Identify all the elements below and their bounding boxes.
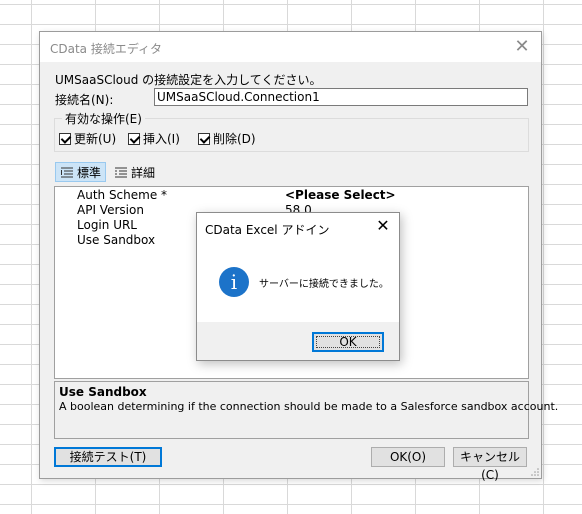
message-ok-button[interactable]: OK <box>312 332 384 352</box>
message-text: サーバーに接続できました。 <box>259 279 389 290</box>
checkbox-checked-icon[interactable] <box>59 132 71 145</box>
checkbox-checked-icon[interactable] <box>128 132 140 145</box>
dialog-titlebar[interactable]: CData 接続エディタ ✕ <box>40 32 541 62</box>
resize-grip-icon[interactable] <box>531 468 539 476</box>
property-value[interactable]: <Please Select> <box>285 188 396 203</box>
detail-list-icon <box>115 167 127 178</box>
close-icon[interactable]: ✕ <box>373 216 393 236</box>
ok-button[interactable]: OK(O) <box>371 447 445 467</box>
property-name: API Version <box>77 203 144 217</box>
connection-name-input[interactable]: UMSaaSCloud.Connection1 <box>154 88 528 106</box>
message-box: CData Excel アドイン ✕ i サーバーに接続できました。 OK <box>196 212 400 361</box>
checkbox-delete[interactable]: 削除(D) <box>198 130 256 147</box>
tab-detail-label: 詳細 <box>131 165 156 180</box>
info-icon: i <box>219 267 249 297</box>
test-connection-button[interactable]: 接続テスト(T) <box>54 447 162 467</box>
property-name: Login URL <box>77 218 137 232</box>
close-icon[interactable]: ✕ <box>511 36 533 58</box>
checkbox-update[interactable]: 更新(U) <box>59 130 116 147</box>
dialog-title: CData 接続エディタ <box>50 42 163 56</box>
checkbox-insert[interactable]: 挿入(I) <box>128 130 180 147</box>
sort-list-icon <box>61 167 73 178</box>
checkbox-checked-icon[interactable] <box>198 132 210 145</box>
instruction-text: UMSaaSCloud の接続設定を入力してください。 <box>55 73 322 87</box>
checkbox-update-label: 更新(U) <box>74 132 117 146</box>
tab-detail[interactable]: 詳細 <box>110 162 159 182</box>
message-box-title: CData Excel アドイン <box>205 223 330 237</box>
description-text: A boolean determining if the connection … <box>59 400 559 413</box>
tab-standard[interactable]: 標準 <box>55 162 107 182</box>
operations-group-label: 有効な操作(E) <box>62 110 145 127</box>
connection-name-label: 接続名(N): <box>55 93 114 107</box>
property-row[interactable]: Auth Scheme * <Please Select> <box>55 188 528 203</box>
tab-standard-label: 標準 <box>77 165 102 180</box>
cancel-button[interactable]: キャンセル(C) <box>453 447 527 482</box>
property-name: Use Sandbox <box>77 233 156 247</box>
description-panel: Use Sandbox A boolean determining if the… <box>54 381 559 439</box>
checkbox-insert-label: 挿入(I) <box>143 132 180 146</box>
checkbox-delete-label: 削除(D) <box>213 132 256 146</box>
message-box-body: CData Excel アドイン ✕ i サーバーに接続できました。 <box>197 213 399 322</box>
description-title: Use Sandbox <box>59 385 147 399</box>
property-name: Auth Scheme * <box>77 188 168 202</box>
